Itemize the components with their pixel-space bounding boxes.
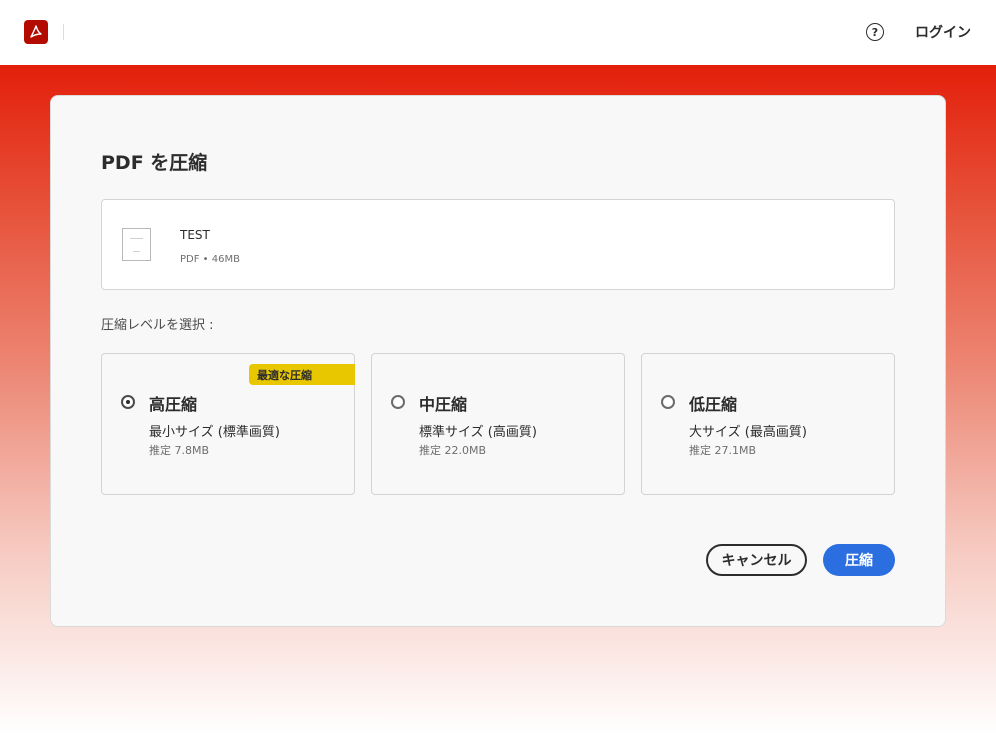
pdf-thumbnail-icon (122, 228, 151, 261)
acrobat-logo-icon[interactable] (24, 20, 48, 44)
radio-medium[interactable] (391, 395, 405, 409)
level-prompt: 圧縮レベルを選択 : (101, 318, 214, 333)
option-description: 最小サイズ (標準画質) (149, 425, 280, 440)
option-estimate: 推定 7.8MB (149, 444, 210, 457)
recommended-badge: 最適な圧縮 (249, 364, 355, 385)
file-name: TEST (180, 228, 210, 242)
option-high-compression[interactable]: 最適な圧縮 高圧縮 最小サイズ (標準画質) 推定 7.8MB (101, 353, 355, 495)
option-description: 大サイズ (最高画質) (689, 425, 807, 440)
option-low-compression[interactable]: 低圧縮 大サイズ (最高画質) 推定 27.1MB (641, 353, 895, 495)
option-estimate: 推定 27.1MB (689, 444, 757, 457)
option-title: 中圧縮 (419, 395, 468, 414)
compress-dialog: PDF を圧縮 TEST PDF • 46MB 圧縮レベルを選択 : 最適な圧縮… (50, 95, 946, 627)
help-icon[interactable]: ? (866, 23, 884, 41)
cancel-button[interactable]: キャンセル (706, 544, 807, 576)
top-bar: ? ログイン (0, 0, 996, 65)
login-link[interactable]: ログイン (915, 22, 971, 42)
radio-high[interactable] (121, 395, 135, 409)
option-medium-compression[interactable]: 中圧縮 標準サイズ (高画質) 推定 22.0MB (371, 353, 625, 495)
file-meta: PDF • 46MB (180, 254, 240, 265)
option-description: 標準サイズ (高画質) (419, 425, 537, 440)
option-title: 低圧縮 (689, 395, 738, 414)
file-card: TEST PDF • 46MB (101, 199, 895, 290)
option-title: 高圧縮 (149, 395, 198, 414)
logo-divider (63, 24, 64, 40)
radio-low[interactable] (661, 395, 675, 409)
option-estimate: 推定 22.0MB (419, 444, 487, 457)
compress-button[interactable]: 圧縮 (823, 544, 895, 576)
dialog-title: PDF を圧縮 (101, 152, 208, 174)
